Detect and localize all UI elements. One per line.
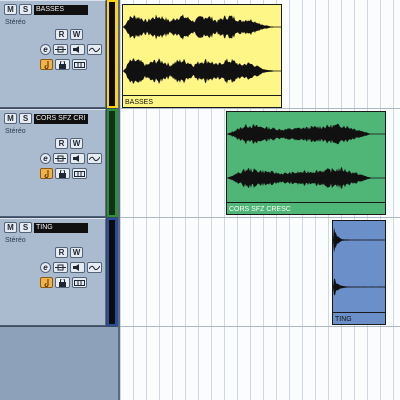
solo-button[interactable]: S <box>19 113 32 124</box>
lane-icon[interactable] <box>72 59 87 70</box>
mute-button[interactable]: M <box>4 222 17 233</box>
level-meter <box>109 111 115 215</box>
insert-icon[interactable] <box>53 153 68 164</box>
cubase-arrange-window: M S BASSES Stéréo R W e M S CORS SFZ CRI… <box>0 0 400 400</box>
channel-mode-label: Stéréo <box>5 128 26 135</box>
audio-event-cors-sfz-cresc[interactable]: CORS SFZ CRESC <box>226 111 386 215</box>
event-name: TING <box>335 316 352 323</box>
lane-divider <box>120 108 400 109</box>
track-header-basses[interactable]: M S BASSES Stéréo R W e <box>0 0 106 108</box>
track-header-cors-sfz[interactable]: M S CORS SFZ CRI Stéréo R W e <box>0 109 106 217</box>
event-name: CORS SFZ CRESC <box>229 206 291 213</box>
level-meter <box>109 220 115 324</box>
edit-channel-button[interactable]: e <box>40 44 51 55</box>
waveform-ting <box>333 227 385 296</box>
speaker-icon[interactable] <box>70 44 85 55</box>
level-meter <box>109 2 115 106</box>
lane-divider <box>120 326 400 327</box>
track-name-field[interactable]: CORS SFZ CRI <box>34 113 88 124</box>
read-automation-button[interactable]: R <box>55 138 68 149</box>
waveform-basses <box>123 14 281 84</box>
track-color-strip <box>106 0 118 108</box>
speaker-icon[interactable] <box>70 262 85 273</box>
lock-icon[interactable] <box>55 277 70 288</box>
read-automation-button[interactable]: R <box>55 29 68 40</box>
lane-icon[interactable] <box>72 277 87 288</box>
mute-button[interactable]: M <box>4 113 17 124</box>
eq-icon[interactable] <box>87 153 102 164</box>
solo-button[interactable]: S <box>19 4 32 15</box>
event-display[interactable]: BASSES CORS SFZ CRESC TING <box>118 0 400 400</box>
mute-button[interactable]: M <box>4 4 17 15</box>
eq-icon[interactable] <box>87 44 102 55</box>
channel-mode-label: Stéréo <box>5 237 26 244</box>
lane-divider <box>120 217 400 218</box>
lane-icon[interactable] <box>72 168 87 179</box>
lock-icon[interactable] <box>55 59 70 70</box>
lock-icon[interactable] <box>55 168 70 179</box>
edit-channel-button[interactable]: e <box>40 153 51 164</box>
eq-icon[interactable] <box>87 262 102 273</box>
speaker-icon[interactable] <box>70 153 85 164</box>
track-color-strip <box>106 109 118 217</box>
track-name-field[interactable]: TING <box>34 222 88 233</box>
audio-event-ting[interactable]: TING <box>332 220 386 325</box>
track-color-strip <box>106 218 118 326</box>
track-list: M S BASSES Stéréo R W e M S CORS SFZ CRI… <box>0 0 118 400</box>
insert-icon[interactable] <box>53 44 68 55</box>
note-icon[interactable] <box>40 59 53 70</box>
insert-icon[interactable] <box>53 262 68 273</box>
channel-mode-label: Stéréo <box>5 19 26 26</box>
write-automation-button[interactable]: W <box>70 29 83 40</box>
audio-event-basses[interactable]: BASSES <box>122 4 282 108</box>
track-name-field[interactable]: BASSES <box>34 4 88 15</box>
note-icon[interactable] <box>40 277 53 288</box>
read-automation-button[interactable]: R <box>55 247 68 258</box>
track-header-ting[interactable]: M S TING Stéréo R W e <box>0 218 106 326</box>
write-automation-button[interactable]: W <box>70 247 83 258</box>
track-separator[interactable] <box>0 326 118 327</box>
write-automation-button[interactable]: W <box>70 138 83 149</box>
edit-channel-button[interactable]: e <box>40 262 51 273</box>
waveform-cors-sfz-cresc <box>227 123 385 189</box>
solo-button[interactable]: S <box>19 222 32 233</box>
event-name: BASSES <box>125 99 154 106</box>
note-icon[interactable] <box>40 168 53 179</box>
